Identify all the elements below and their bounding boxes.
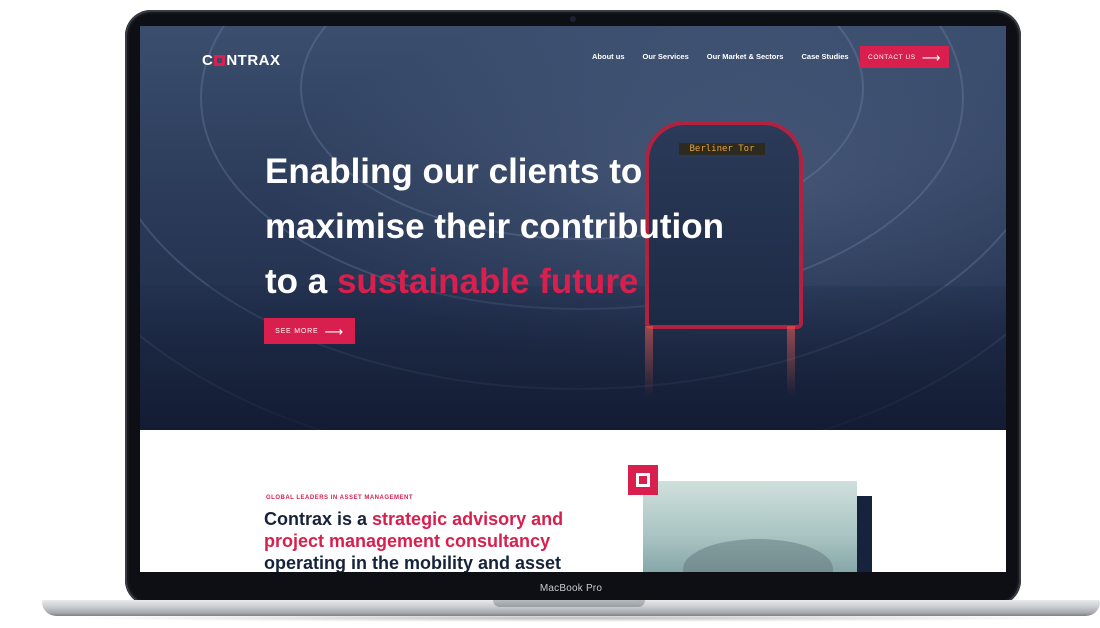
- headline-line-2: maximise their contribution: [265, 207, 724, 246]
- nav-about-us[interactable]: About us: [592, 52, 625, 61]
- photo-hill: [683, 539, 833, 572]
- contact-us-label: CONTACT US: [868, 53, 916, 61]
- intro-text: Contrax is a strategic advisory and proj…: [264, 508, 604, 572]
- browser-screen: Berliner Tor C NTRAX About us Our Servic…: [140, 26, 1006, 572]
- arrow-right-icon: ⟶: [921, 49, 941, 65]
- arrow-right-icon: ⟶: [324, 323, 344, 339]
- see-more-button[interactable]: SEE MORE ⟶: [264, 318, 355, 344]
- square-logo-inner: [636, 473, 650, 487]
- contrax-logo[interactable]: C NTRAX: [202, 52, 281, 69]
- device-label: MacBook Pro: [539, 583, 603, 594]
- nav-case-studies[interactable]: Case Studies: [801, 52, 848, 61]
- see-more-label: SEE MORE: [275, 327, 319, 335]
- intro-plain: Contrax is a: [264, 509, 373, 529]
- nav-market-sectors[interactable]: Our Market & Sectors: [707, 52, 784, 61]
- camera-icon: [570, 16, 576, 22]
- section-eyebrow: GLOBAL LEADERS IN ASSET MANAGEMENT: [266, 495, 414, 501]
- laptop-notch: [493, 600, 645, 607]
- logo-letters: NTRAX: [226, 52, 281, 69]
- landscape-photo: [643, 481, 857, 572]
- logo-square-o-icon: [214, 55, 226, 66]
- logo-letter-c: C: [202, 52, 214, 69]
- headline-line-1: Enabling our clients to: [265, 152, 643, 191]
- hero-section: Berliner Tor C NTRAX About us Our Servic…: [140, 26, 1006, 430]
- contact-us-button[interactable]: CONTACT US ⟶: [860, 46, 949, 68]
- square-logo-icon: [628, 465, 658, 495]
- hero-headline: Enabling our clients to maximise their c…: [265, 144, 905, 309]
- intro-rest: operating in the mobility and asset: [264, 553, 562, 572]
- nav-our-services[interactable]: Our Services: [643, 52, 689, 61]
- headline-accent: sustainable future: [336, 262, 639, 301]
- headline-line-3: to a: [265, 262, 337, 301]
- main-nav: About us Our Services Our Market & Secto…: [592, 52, 849, 61]
- train-reflection: [787, 326, 795, 396]
- train-reflection: [645, 326, 653, 396]
